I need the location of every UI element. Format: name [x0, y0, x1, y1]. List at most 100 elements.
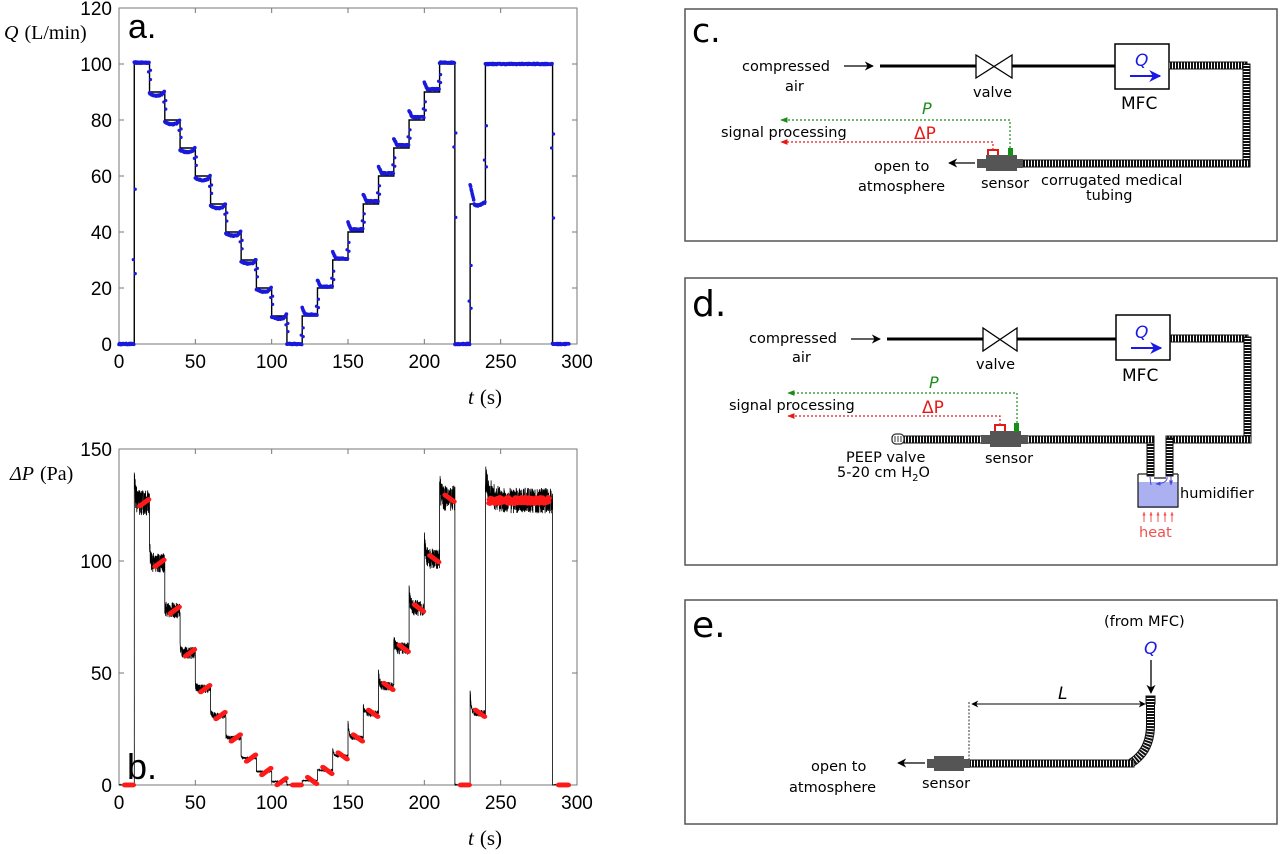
- data-point: [467, 299, 471, 303]
- p-label: P: [922, 99, 932, 118]
- data-point: [439, 80, 443, 85]
- panel-frame-c: [684, 8, 1278, 242]
- dp-signal-line: [780, 139, 994, 150]
- x-tick-label: 250: [485, 793, 517, 814]
- corrugated-tubing: [967, 759, 1135, 768]
- data-point: [391, 171, 396, 176]
- data-point: [240, 247, 244, 251]
- data-point: [452, 145, 456, 149]
- data-point: [210, 191, 214, 195]
- panel-label-d: d.: [692, 284, 726, 325]
- data-point: [148, 68, 153, 72]
- valve-icon: [982, 326, 1018, 353]
- diagram-e: e. (from MFC) Q L open to atmosphere sen…: [684, 599, 1278, 825]
- mfc-q-label: Q: [1135, 323, 1148, 343]
- data-point: [551, 216, 556, 220]
- filtered-point: [207, 683, 213, 688]
- data-point: [347, 249, 351, 253]
- x-axis-var-a: t: [468, 385, 475, 409]
- corrugated-tubing: [1146, 437, 1155, 477]
- data-point: [439, 72, 443, 77]
- data-point: [269, 285, 273, 290]
- data-point: [567, 342, 571, 346]
- data-point: [286, 321, 290, 326]
- x-tick-label: 150: [332, 793, 364, 814]
- data-point: [147, 60, 151, 65]
- y-tick-label: 50: [91, 664, 112, 685]
- compressed-air-label: compressed: [742, 59, 830, 75]
- heat-arrows-icon: [1142, 511, 1174, 522]
- data-point: [549, 146, 554, 150]
- from-mfc-label: (from MFC): [1104, 614, 1185, 630]
- diagram-d: d. compressed air valve Q MFC PEEP valve…: [684, 277, 1278, 566]
- data-point: [408, 136, 412, 140]
- corrugated-tubing: [1021, 159, 1251, 168]
- data-point: [471, 198, 476, 202]
- x-tick-label: 150: [332, 352, 364, 373]
- panel-label-b: b.: [127, 746, 157, 787]
- data-point: [316, 297, 321, 301]
- y-axis-unit-a: (L/min): [24, 22, 86, 44]
- sensor-icon: [927, 756, 970, 771]
- atmosphere-label: atmosphere: [789, 780, 876, 796]
- filtered-point: [420, 609, 427, 614]
- tubing-label-line1: corrugated medical: [1041, 173, 1182, 189]
- filtered-point: [253, 752, 259, 757]
- mfc-label: MFC: [1121, 94, 1157, 114]
- corrugated-tubing: [1165, 435, 1252, 444]
- data-point: [240, 238, 244, 242]
- filtered-point: [405, 649, 411, 654]
- measured-points-a: [117, 60, 571, 347]
- data-point: [452, 61, 457, 65]
- data-point: [179, 127, 183, 131]
- air-label: air: [792, 350, 811, 366]
- filtered-point: [436, 559, 442, 565]
- y-axis-var-a: Q: [4, 22, 19, 44]
- peep-pressure-label: 5-20 cm H2O: [837, 465, 930, 484]
- filtered-point: [176, 604, 182, 610]
- filtered-point: [466, 782, 472, 788]
- setpoint-step-line: [119, 63, 570, 345]
- y-tick-label: 0: [101, 335, 112, 356]
- open-to-label: open to: [811, 759, 866, 775]
- data-point: [225, 211, 229, 215]
- data-point: [194, 163, 198, 167]
- data-point: [330, 284, 335, 289]
- mfc-q-label: Q: [1135, 51, 1148, 71]
- y-axis-label-b: ΔP (Pa): [9, 463, 73, 485]
- data-point: [194, 155, 198, 159]
- mfc-label: MFC: [1122, 366, 1158, 386]
- sensor-label: sensor: [985, 451, 1033, 467]
- plot-frame-a: [118, 7, 578, 345]
- data-point: [271, 294, 275, 298]
- panel-frame-e: [684, 599, 1278, 825]
- dp-label: ΔP: [922, 398, 944, 418]
- corrugated-tubing: [1169, 334, 1249, 343]
- data-point: [423, 100, 427, 104]
- filtered-point: [268, 766, 274, 771]
- filtered-point: [359, 739, 366, 744]
- data-point: [469, 306, 473, 310]
- raw-line-b: [118, 466, 570, 787]
- corrugated-tubing: [1242, 63, 1251, 167]
- data-point: [437, 87, 441, 91]
- filtered-point: [298, 782, 305, 788]
- filtered-point: [314, 781, 320, 787]
- data-point: [550, 61, 554, 66]
- filtered-point: [344, 757, 350, 762]
- pressure-signal-line: [780, 117, 1011, 148]
- data-point: [484, 124, 488, 128]
- filtered-point: [161, 557, 167, 563]
- data-point: [393, 164, 397, 168]
- data-point: [422, 115, 426, 120]
- data-point: [484, 165, 488, 169]
- sensor-icon: [981, 423, 1028, 447]
- x-tick-label: 300: [561, 352, 593, 373]
- tubing-label-line2: tubing: [1086, 188, 1133, 204]
- data-point: [133, 272, 137, 276]
- panel-label-e: e.: [692, 605, 726, 646]
- y-axis-unit-b: (Pa): [40, 463, 73, 485]
- x-axis-unit-b: (s): [480, 826, 502, 850]
- pressure-signal-line: [787, 390, 1018, 423]
- x-tick-label: 100: [256, 352, 288, 373]
